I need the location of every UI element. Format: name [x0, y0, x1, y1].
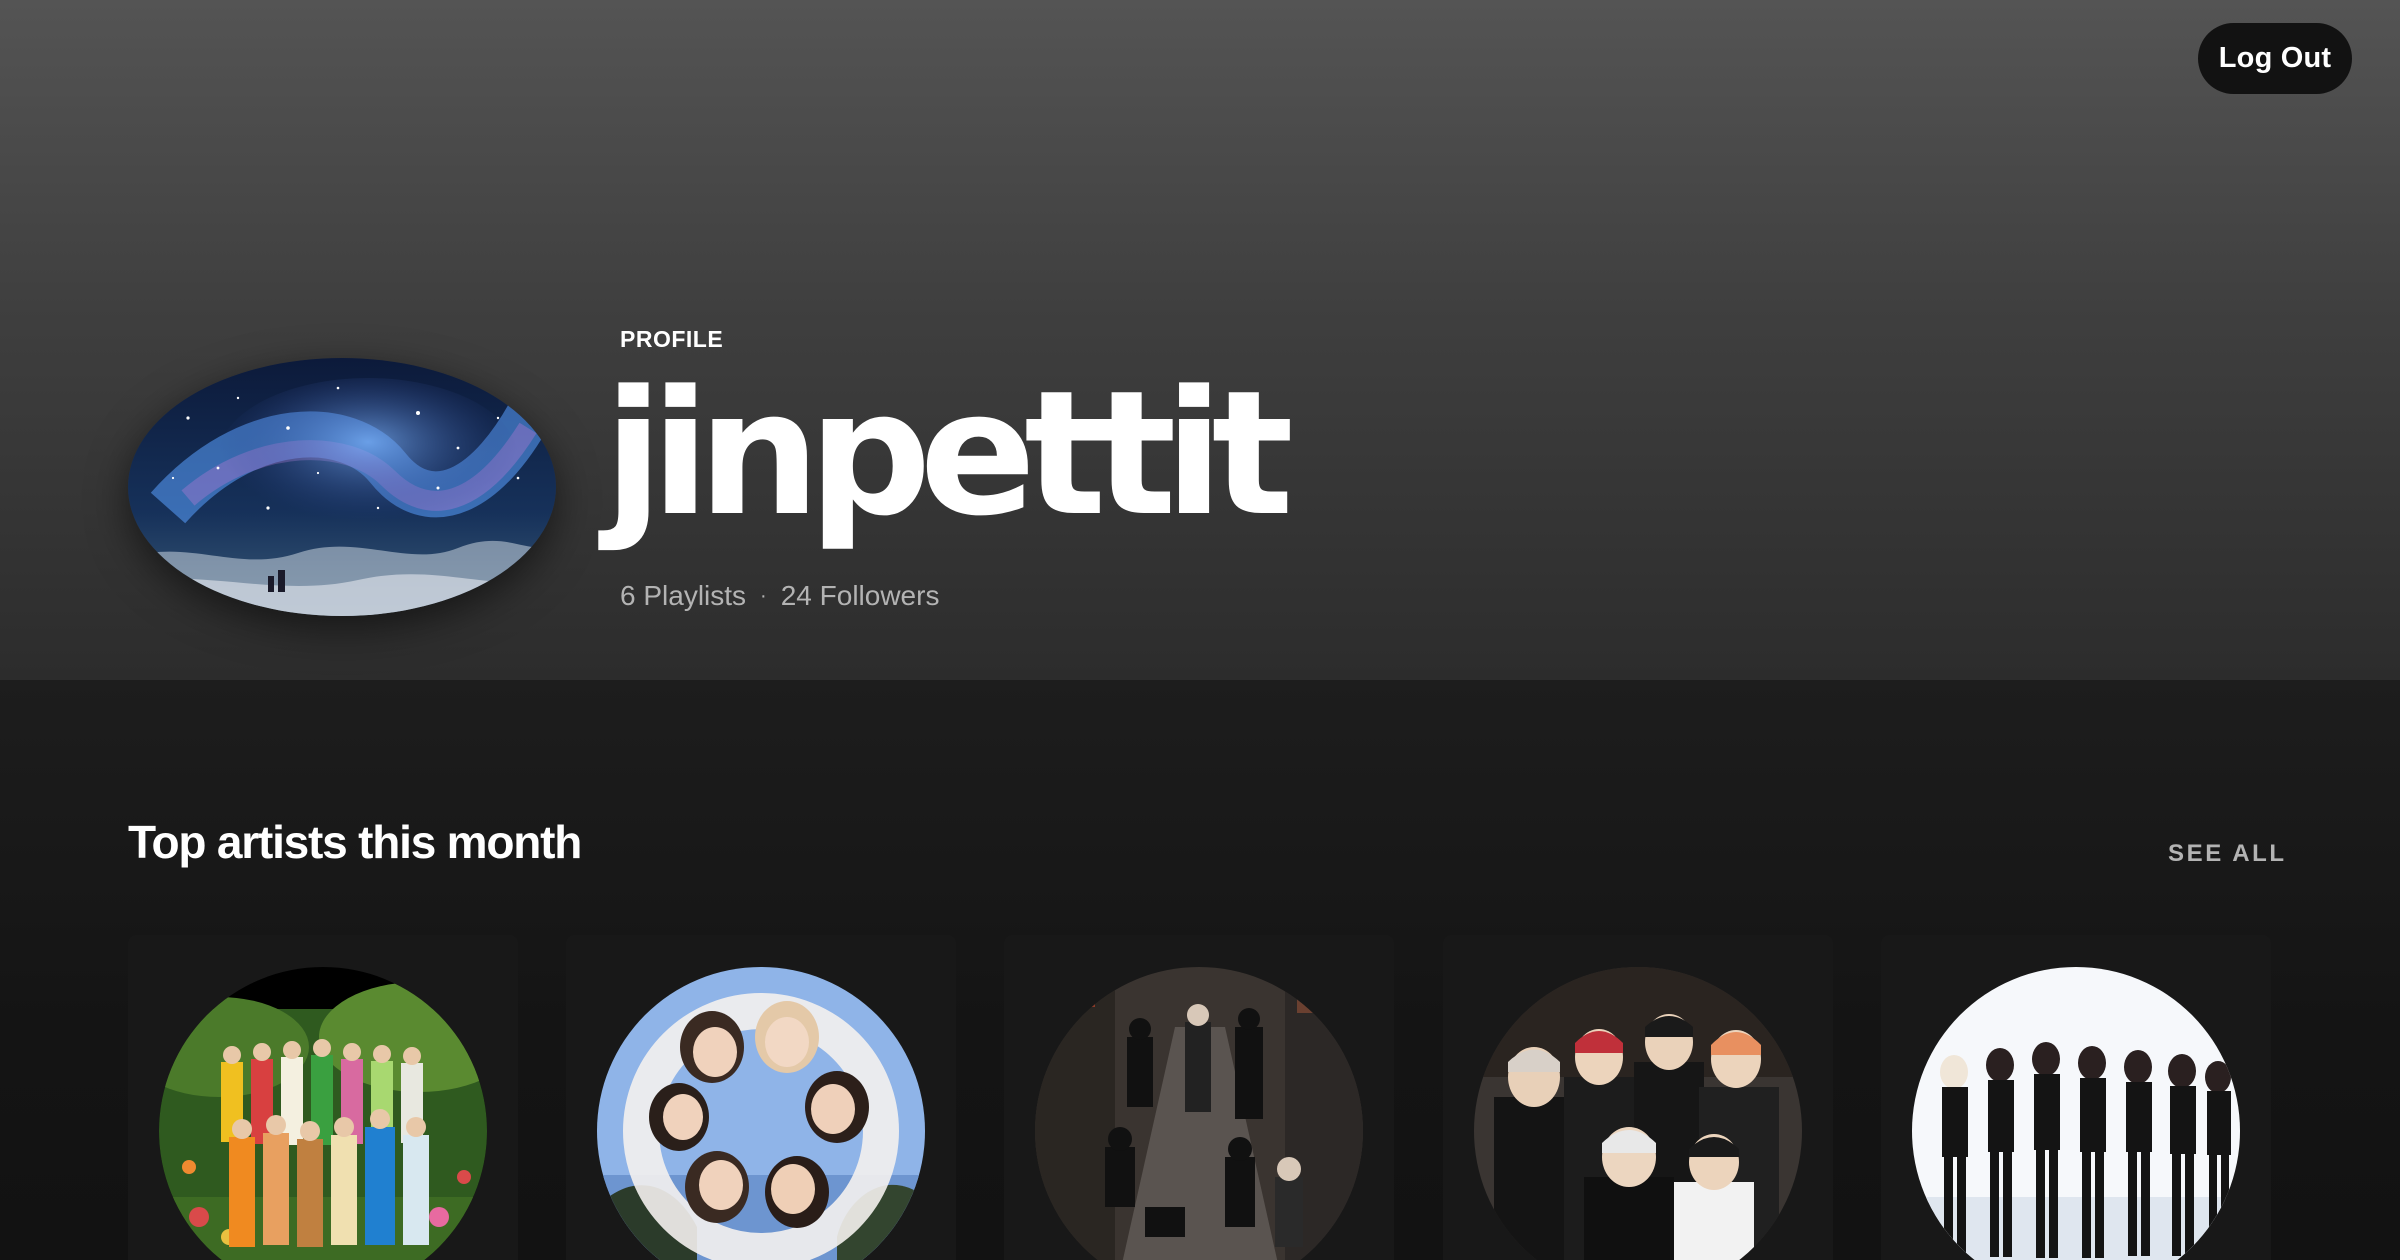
artist-photo-dark-group: [1474, 967, 1802, 1260]
artist-photo-circle-group-sky: [597, 967, 925, 1260]
artist-image: [159, 967, 487, 1260]
artist-image: [1035, 967, 1363, 1260]
artist-card[interactable]: [1004, 935, 1394, 1260]
playlists-count[interactable]: 6 Playlists: [620, 580, 746, 612]
stats-separator: ·: [760, 584, 767, 607]
profile-header: Log Out PROFILE jinpettit 6 Playlists · …: [0, 0, 2400, 680]
profile-type-label: PROFILE: [620, 326, 724, 352]
profile-page: Log Out PROFILE jinpettit 6 Playlists · …: [0, 0, 2400, 1260]
profile-stats: 6 Playlists · 24 Followers: [620, 580, 939, 612]
see-all-link[interactable]: SEE ALL: [2168, 840, 2287, 868]
profile-avatar: [128, 358, 556, 616]
profile-name: jinpettit: [604, 353, 1294, 554]
artist-image: [1474, 967, 1802, 1260]
artist-card[interactable]: [1443, 935, 1833, 1260]
artist-photo-white-studio-group: [1912, 967, 2240, 1260]
artist-image: [1912, 967, 2240, 1260]
artist-card[interactable]: [1881, 935, 2271, 1260]
profile-avatar-image: [128, 358, 556, 616]
artist-photo-alley-group: [1035, 967, 1363, 1260]
artist-photo-group-garden: [159, 967, 487, 1260]
artist-card[interactable]: [128, 935, 518, 1260]
artist-image: [597, 967, 925, 1260]
artist-card[interactable]: [566, 935, 956, 1260]
followers-count[interactable]: 24 Followers: [781, 580, 940, 612]
section-title-top-artists: Top artists this month: [128, 816, 582, 868]
logout-button[interactable]: Log Out: [2198, 23, 2352, 94]
